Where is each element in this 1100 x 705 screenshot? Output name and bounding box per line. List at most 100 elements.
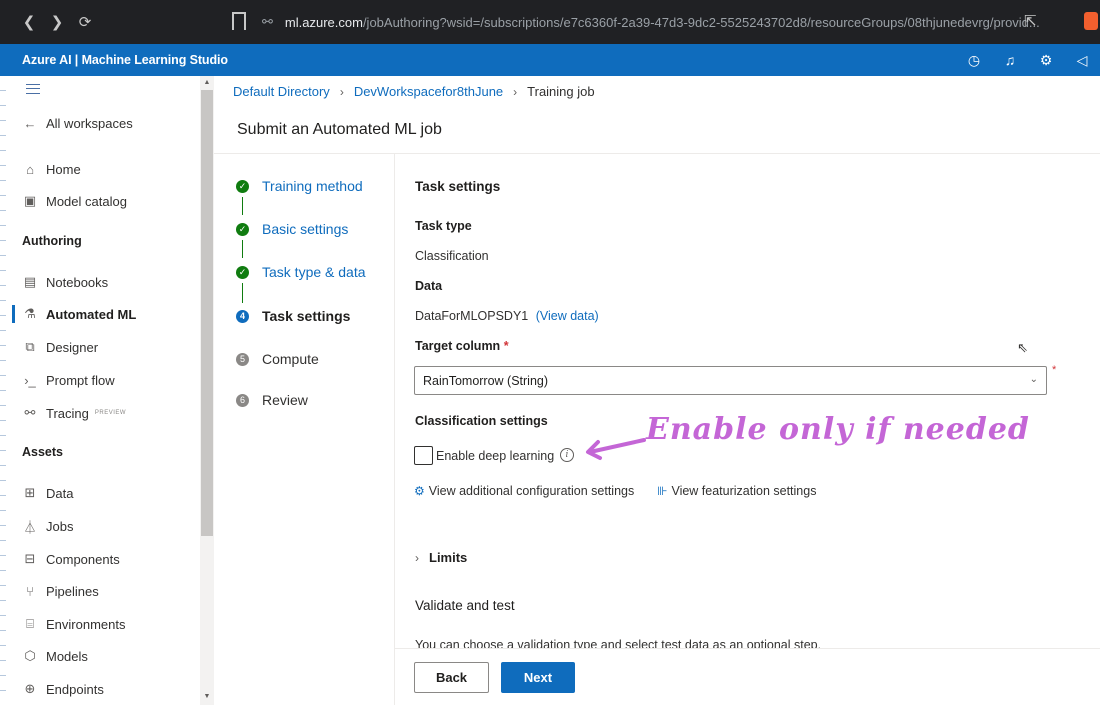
share-icon[interactable]: ⇱	[1024, 12, 1037, 30]
step-training-method[interactable]: ✓ Training method	[236, 178, 363, 194]
reload-icon[interactable]: ⟳	[74, 13, 96, 31]
flask-icon: ⏃	[23, 519, 37, 535]
hamburger-icon[interactable]	[26, 84, 40, 94]
bell-icon[interactable]: ♫	[992, 52, 1028, 68]
chevron-right-icon: ›	[339, 84, 344, 99]
app-header: Azure AI | Machine Learning Studio ◷ ♫ ⚙…	[0, 44, 1100, 76]
sidebar-item-label: Models	[46, 648, 88, 664]
sidebar-item-label: Designer	[46, 339, 99, 355]
endpoint-icon: ⊕	[24, 681, 36, 696]
notebook-icon: ▤	[23, 274, 37, 289]
sidebar-item-designer[interactable]: ⧉ Designer	[22, 337, 98, 357]
limits-label: Limits	[429, 550, 468, 565]
sidebar-item-label: Notebooks	[46, 274, 109, 290]
breadcrumb-current: Training job	[527, 84, 595, 99]
sidebar-item-label: Automated ML	[46, 306, 137, 322]
components-icon: ⊟	[24, 551, 36, 566]
sidebar-item-models[interactable]: ⬡ Models	[22, 646, 88, 666]
section-title-task-settings: Task settings	[415, 179, 501, 194]
sidebar-item-pipelines[interactable]: ⑂ Pipelines	[22, 581, 99, 601]
target-column-text: Target column	[415, 339, 501, 353]
info-icon[interactable]: i	[560, 448, 574, 462]
sidebar-scroll-thumb[interactable]	[201, 90, 213, 536]
view-additional-config-link[interactable]: ⚙ View additional configuration settings	[414, 484, 634, 498]
back-icon[interactable]: ❮	[18, 13, 40, 31]
task-type-label: Task type	[415, 219, 472, 233]
task-type-value: Classification	[415, 249, 489, 263]
breadcrumb-workspace[interactable]: DevWorkspacefor8thJune	[354, 84, 503, 99]
forward-icon[interactable]: ❯	[46, 13, 68, 31]
sidebar-item-data[interactable]: ⊞ Data	[22, 483, 74, 503]
step-number: 6	[236, 393, 249, 407]
designer-icon: ⧉	[25, 339, 35, 354]
required-marker: *	[503, 339, 509, 353]
step-label: Training method	[262, 178, 363, 194]
home-icon: ⌂	[26, 161, 34, 177]
sidebar-item-label: Home	[46, 161, 81, 177]
sidebar-item-model-catalog[interactable]: ▣ Model catalog	[22, 191, 127, 211]
target-column-dropdown[interactable]: RainTomorrow (String) ⌄	[414, 366, 1047, 395]
step-compute[interactable]: 5 Compute	[236, 351, 319, 367]
gear-icon: ⚙	[414, 484, 425, 498]
step-label: Basic settings	[262, 221, 349, 237]
sidebar-heading-authoring: Authoring	[22, 234, 82, 248]
back-button[interactable]: Back	[414, 662, 489, 693]
extension-icon[interactable]	[1084, 12, 1098, 30]
scroll-down-icon[interactable]: ▼	[201, 692, 213, 702]
app-title[interactable]: Azure AI | Machine Learning Studio	[22, 53, 228, 67]
check-icon: ✓	[236, 265, 249, 279]
step-label: Compute	[262, 351, 319, 367]
sidebar-item-label: Endpoints	[46, 681, 104, 697]
mouse-cursor-icon: ⇖	[1017, 340, 1028, 355]
featurization-icon: ⊪	[657, 484, 668, 498]
panel-divider	[394, 154, 395, 705]
breadcrumb-default-directory[interactable]: Default Directory	[233, 84, 330, 99]
sidebar-item-environments[interactable]: ⌸ Environments	[22, 614, 125, 634]
sidebar-item-tracing[interactable]: ⚯ Tracing PREVIEW	[22, 403, 126, 423]
link-label: View featurization settings	[671, 484, 817, 498]
preview-badge: PREVIEW	[94, 410, 127, 416]
chevron-right-icon: ›	[513, 84, 518, 99]
sidebar-item-endpoints[interactable]: ⊕ Endpoints	[22, 679, 104, 699]
sidebar-item-notebooks[interactable]: ▤ Notebooks	[22, 272, 108, 292]
sidebar-item-components[interactable]: ⊟ Components	[22, 549, 120, 569]
sidebar-item-all-workspaces[interactable]: ← All workspaces	[22, 113, 133, 133]
step-number: 4	[236, 309, 249, 323]
sidebar-item-label: Pipelines	[46, 583, 99, 599]
step-basic-settings[interactable]: ✓ Basic settings	[236, 221, 348, 237]
step-label: Task type & data	[262, 264, 366, 280]
sidebar-item-label: Data	[46, 485, 74, 501]
required-marker: *	[1052, 364, 1057, 376]
url-host: ml.azure.com	[284, 14, 363, 30]
site-settings-icon[interactable]: ⚯	[262, 14, 273, 30]
view-featurization-link[interactable]: ⊪ View featurization settings	[657, 484, 816, 498]
next-button[interactable]: Next	[501, 662, 575, 693]
data-value: DataForMLOPSDY1	[415, 309, 529, 323]
url-path: /jobAuthoring?wsid=/subscriptions/e7c636…	[362, 14, 1040, 30]
enable-deep-learning-checkbox[interactable]	[414, 446, 433, 465]
step-task-type-data[interactable]: ✓ Task type & data	[236, 264, 366, 280]
gear-icon[interactable]: ⚙	[1028, 52, 1064, 69]
step-task-settings[interactable]: 4 Task settings	[236, 308, 350, 324]
scroll-up-icon[interactable]: ▲	[201, 78, 213, 88]
sidebar-item-automated-ml[interactable]: ⚗ Automated ML	[22, 304, 136, 324]
step-review[interactable]: 6 Review	[236, 392, 308, 408]
limits-expander[interactable]: › Limits	[415, 550, 467, 565]
clock-icon[interactable]: ◷	[956, 52, 992, 69]
dropdown-value: RainTomorrow (String)	[423, 373, 549, 388]
sidebar-item-home[interactable]: ⌂ Home	[22, 159, 81, 179]
sidebar-item-prompt-flow[interactable]: ›_ Prompt flow	[22, 370, 114, 390]
data-icon: ⊞	[24, 485, 36, 500]
annotation-arrow-icon	[586, 438, 646, 460]
active-indicator	[12, 305, 15, 323]
address-bar[interactable]: ⚯ ml.azure.com /jobAuthoring?wsid=/subsc…	[262, 8, 1062, 36]
enable-deep-learning-label[interactable]: Enable deep learning	[436, 449, 554, 463]
check-icon: ✓	[236, 222, 249, 236]
feedback-icon[interactable]: ◁	[1064, 52, 1100, 69]
annotation-text: Enable only if needed	[646, 412, 1030, 447]
view-data-link[interactable]: (View data)	[536, 309, 599, 323]
sidebar-item-jobs[interactable]: ⏃ Jobs	[22, 516, 73, 536]
step-label: Review	[262, 392, 308, 408]
bookmark-icon[interactable]	[232, 12, 246, 30]
target-column-label: Target column *	[415, 339, 509, 353]
